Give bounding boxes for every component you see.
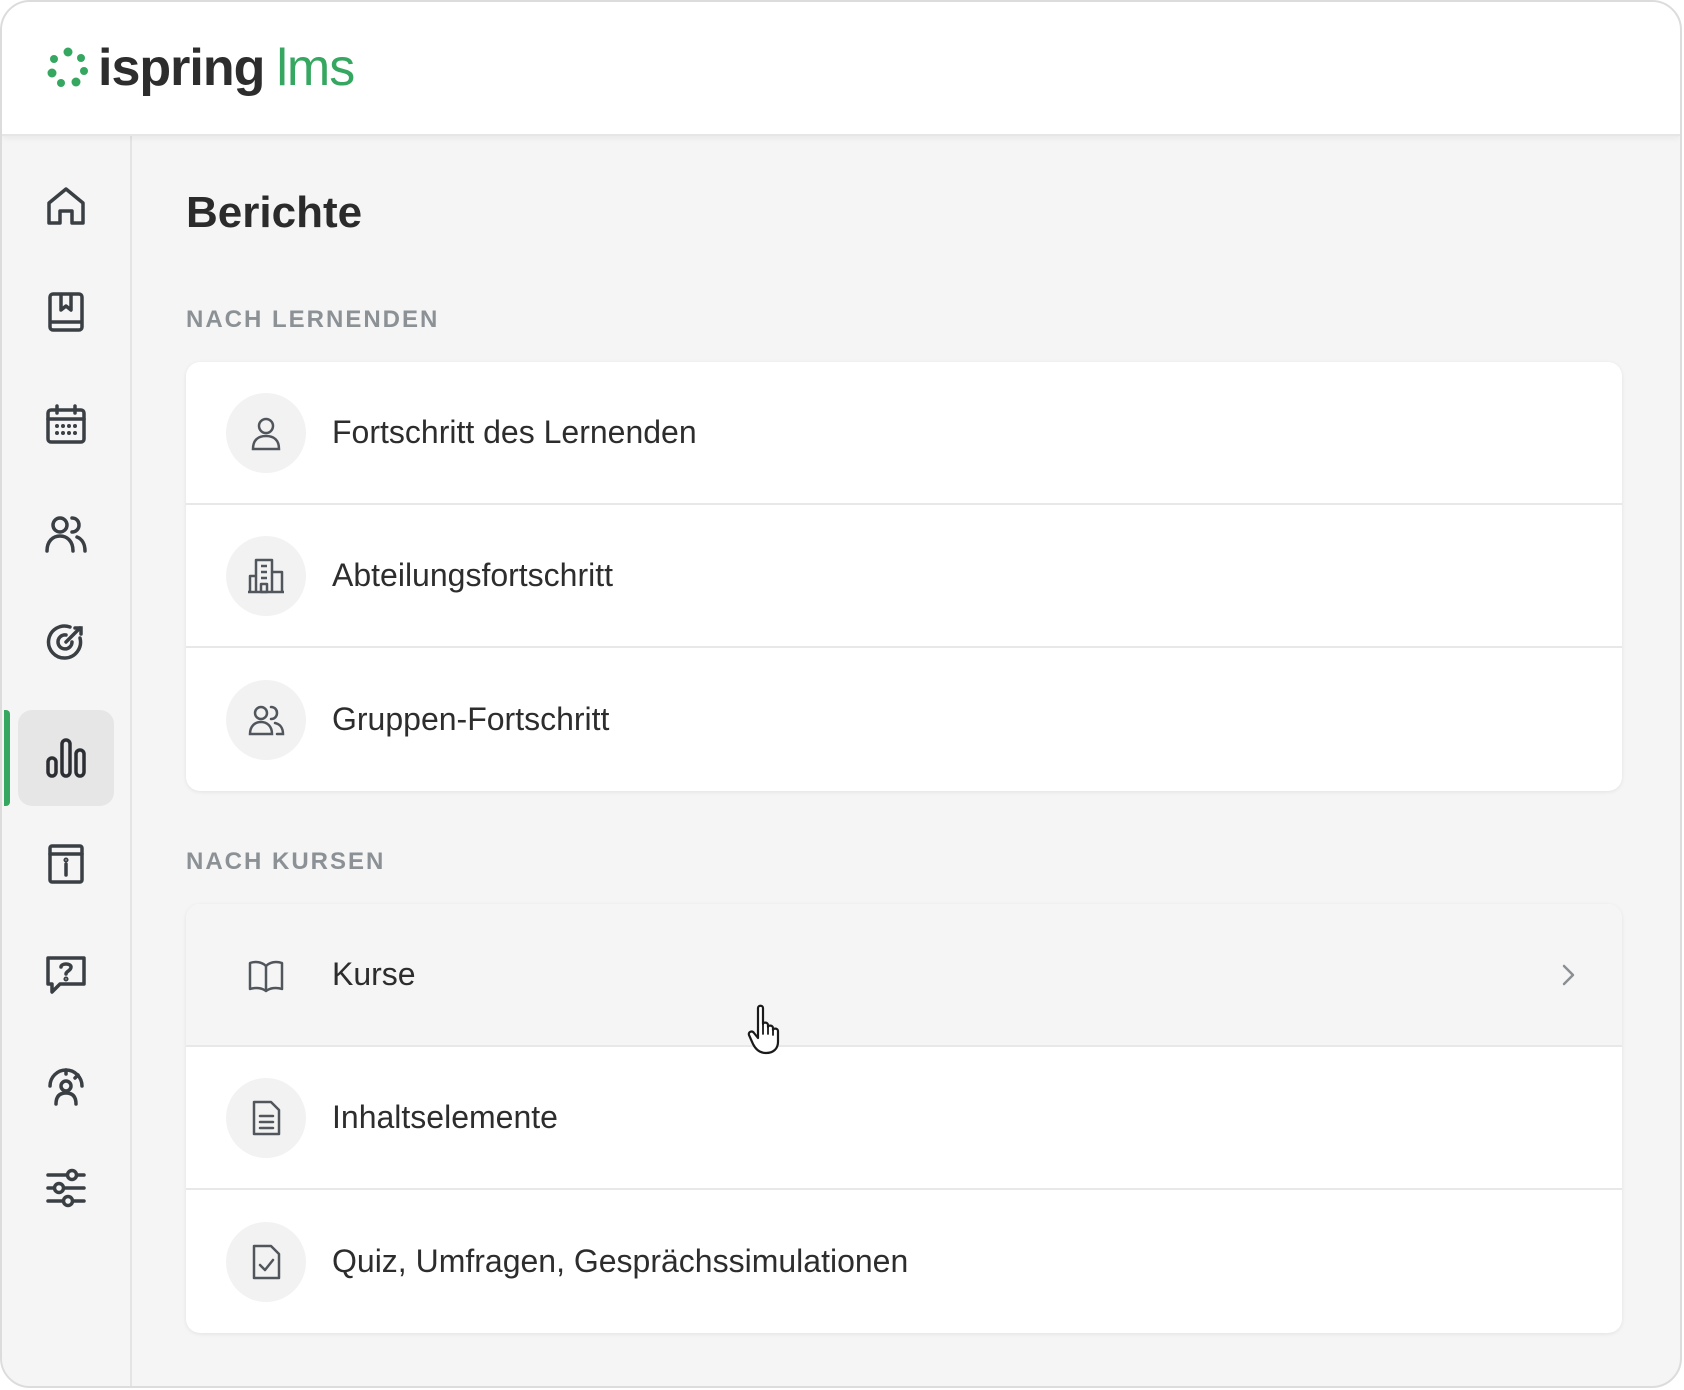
hand-cursor-icon	[747, 1004, 780, 1055]
bar-chart-icon	[46, 738, 86, 778]
calendar-icon	[46, 404, 86, 444]
sidebar-item-reports[interactable]	[18, 710, 114, 806]
report-item-label: Gruppen-Fortschritt	[332, 701, 610, 737]
sidebar-item-courses[interactable]	[18, 264, 114, 360]
icon-circle	[226, 392, 306, 473]
report-item-quizzes[interactable]: Quiz, Umfragen, Gesprächssimulationen	[186, 1190, 1622, 1333]
report-item-label: Abteilungsfortschritt	[332, 557, 614, 593]
sidebar-item-info[interactable]	[18, 816, 114, 912]
logo-text: ispring lms	[98, 38, 355, 98]
sidebar-item-goals[interactable]	[18, 594, 114, 690]
chevron-right-icon	[1562, 964, 1575, 985]
sidebar-item-settings[interactable]	[18, 1140, 114, 1236]
book-bookmark-icon	[48, 292, 84, 332]
open-book-icon	[248, 960, 284, 992]
building-icon	[248, 558, 284, 593]
target-icon	[46, 624, 83, 660]
app-window: ispring lms Berichte NACH LERNENDEN Fort…	[0, 0, 1682, 1388]
active-nav-indicator	[4, 710, 10, 806]
users-icon	[45, 516, 87, 553]
report-item-content-items[interactable]: Inhaltselemente	[186, 1047, 1622, 1190]
home-icon	[47, 187, 85, 225]
sidebar-item-users[interactable]	[18, 486, 114, 582]
main-content: Berichte NACH LERNENDEN Fortschritt des …	[132, 136, 1680, 1386]
report-item-label: Quiz, Umfragen, Gesprächssimulationen	[332, 1243, 909, 1279]
sidebar-item-admin[interactable]	[18, 1036, 114, 1132]
icon-circle	[226, 1221, 306, 1302]
report-item-label: Inhaltselemente	[332, 1099, 558, 1135]
icon-circle	[226, 535, 306, 616]
user-icon	[251, 417, 281, 450]
report-item-department-progress[interactable]: Abteilungsfortschritt	[186, 505, 1622, 648]
ispring-logo-icon	[47, 47, 88, 87]
question-chat-icon	[46, 956, 86, 994]
sidebar-item-home[interactable]	[18, 158, 114, 254]
logo-primary: ispring	[98, 39, 265, 97]
page-title: Berichte	[186, 188, 363, 237]
logo-secondary: lms	[276, 39, 355, 97]
section-label-learners: NACH LERNENDEN	[186, 306, 440, 333]
report-item-group-progress[interactable]: Gruppen-Fortschritt	[186, 648, 1622, 791]
info-calendar-icon	[48, 844, 84, 884]
icon-circle	[226, 935, 306, 1015]
sidebar-item-help[interactable]	[18, 926, 114, 1022]
document-icon	[252, 1100, 281, 1135]
checklist-icon	[252, 1244, 281, 1279]
report-item-learner-progress[interactable]: Fortschritt des Lernenden	[186, 362, 1622, 505]
icon-circle	[226, 679, 306, 760]
report-card-learners: Fortschritt des Lernenden Abteilungsfort…	[186, 362, 1622, 791]
report-item-label: Fortschritt des Lernenden	[332, 414, 697, 450]
logo[interactable]: ispring lms	[46, 38, 355, 98]
sidebar	[2, 136, 132, 1386]
section-label-courses: NACH KURSEN	[186, 848, 386, 875]
top-bar: ispring lms	[2, 2, 1680, 136]
sidebar-item-calendar[interactable]	[18, 376, 114, 472]
report-item-label: Kurse	[332, 956, 416, 992]
icon-circle	[226, 1077, 306, 1158]
report-item-courses[interactable]: Kurse	[186, 904, 1622, 1047]
group-icon	[248, 705, 285, 735]
report-card-courses: Kurse Inhaltselemente Quiz, Umfragen, Ge…	[186, 904, 1622, 1333]
sliders-icon	[46, 1168, 86, 1208]
user-gauge-icon	[48, 1068, 84, 1106]
